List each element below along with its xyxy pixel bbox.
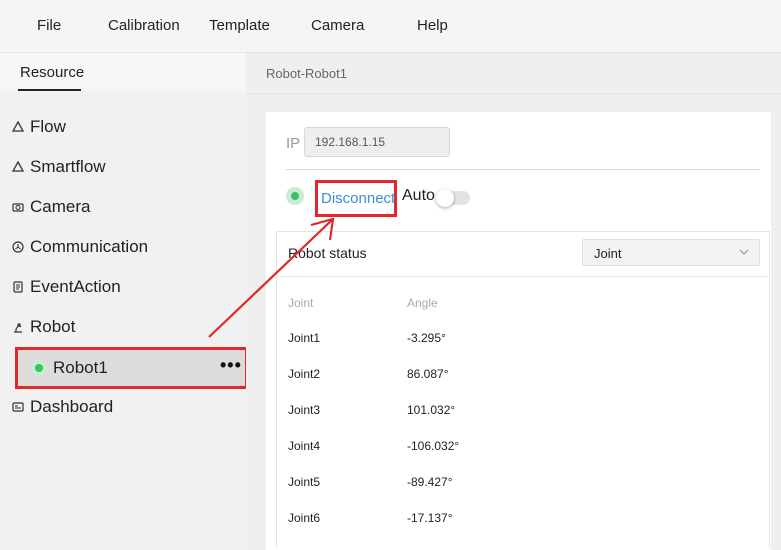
menu-camera[interactable]: Camera: [311, 17, 364, 34]
disconnect-button[interactable]: Disconnect: [321, 190, 395, 207]
sidebar-item-eventaction[interactable]: EventAction: [12, 275, 121, 299]
joint-angle: 86.087°: [407, 367, 449, 381]
joint-name: Joint5: [288, 475, 321, 489]
resource-header: Resource: [0, 53, 246, 91]
auto-label: Auto: [402, 187, 435, 204]
sidebar-item-label: Flow: [30, 117, 66, 136]
joint-angle: -106.032°: [407, 439, 460, 453]
joint-angle: -17.137°: [407, 511, 453, 525]
status-header: Robot status Joint: [277, 232, 769, 277]
main-panel: Robot-Robot1 IP Disconnect Auto Robot st…: [246, 53, 781, 550]
dashboard-icon: [12, 401, 24, 413]
mode-select[interactable]: Joint: [582, 239, 760, 266]
status-title: Robot status: [288, 245, 367, 261]
joint-angle: 101.032°: [407, 403, 456, 417]
sidebar-item-label: Smartflow: [30, 157, 106, 176]
smartflow-icon: [12, 161, 24, 173]
joint-name: Joint2: [288, 367, 321, 381]
breadcrumb: Robot-Robot1: [266, 66, 347, 81]
menu-file[interactable]: File: [37, 17, 61, 34]
communication-icon: [12, 241, 24, 253]
column-header-joint: Joint: [288, 296, 314, 310]
sidebar-item-communication[interactable]: Communication: [12, 235, 148, 259]
menu-template[interactable]: Template: [209, 17, 270, 34]
joint-name: Joint3: [288, 403, 321, 417]
connected-status-icon: [31, 360, 47, 376]
divider: [246, 93, 781, 94]
sidebar-item-label: Dashboard: [30, 397, 114, 416]
toggle-knob: [436, 189, 454, 207]
robot1-label: Robot1: [53, 358, 108, 377]
sidebar-item-smartflow[interactable]: Smartflow: [12, 155, 106, 179]
camera-icon: [12, 201, 24, 213]
robot-icon: [12, 321, 24, 333]
sidebar-item-dashboard[interactable]: Dashboard: [12, 395, 113, 419]
sidebar-item-robot[interactable]: Robot: [12, 315, 75, 339]
sidebar-item-robot1[interactable]: Robot1 •••: [15, 347, 248, 389]
divider: [286, 169, 760, 170]
sidebar-item-label: Robot: [30, 317, 76, 336]
joint-name: Joint4: [288, 439, 321, 453]
robot-status-panel: Robot status Joint Joint Angle Joint1 -3…: [276, 231, 770, 548]
ip-input[interactable]: [304, 127, 450, 157]
joint-name: Joint1: [288, 331, 321, 345]
column-header-angle: Angle: [407, 296, 438, 310]
sidebar-item-label: Camera: [30, 197, 91, 216]
sidebar: Resource Flow Smartflow Camera Communica…: [0, 53, 248, 550]
disconnect-highlight: Disconnect: [315, 180, 397, 217]
ip-label: IP: [286, 135, 301, 152]
joint-angle: -3.295°: [407, 331, 446, 345]
robot-card: IP Disconnect Auto Robot status Joint: [266, 112, 771, 550]
tab-underline: [18, 89, 81, 91]
more-options-icon[interactable]: •••: [220, 356, 242, 374]
auto-toggle[interactable]: [436, 189, 470, 207]
flow-icon: [12, 121, 24, 133]
menu-calibration[interactable]: Calibration: [108, 17, 180, 34]
sidebar-item-label: EventAction: [30, 277, 121, 296]
menu-bar: File Calibration Template Camera Help: [0, 0, 781, 53]
menu-help[interactable]: Help: [417, 17, 448, 34]
tab-resource[interactable]: Resource: [20, 64, 84, 81]
chevron-down-icon: [739, 249, 749, 255]
eventaction-icon: [12, 281, 24, 293]
mode-select-value: Joint: [594, 246, 622, 261]
sidebar-item-label: Communication: [30, 237, 149, 256]
sidebar-item-camera[interactable]: Camera: [12, 195, 90, 219]
sidebar-item-flow[interactable]: Flow: [12, 115, 66, 139]
joint-name: Joint6: [288, 511, 321, 525]
joint-angle: -89.427°: [407, 475, 453, 489]
connection-status-icon: [286, 187, 304, 205]
